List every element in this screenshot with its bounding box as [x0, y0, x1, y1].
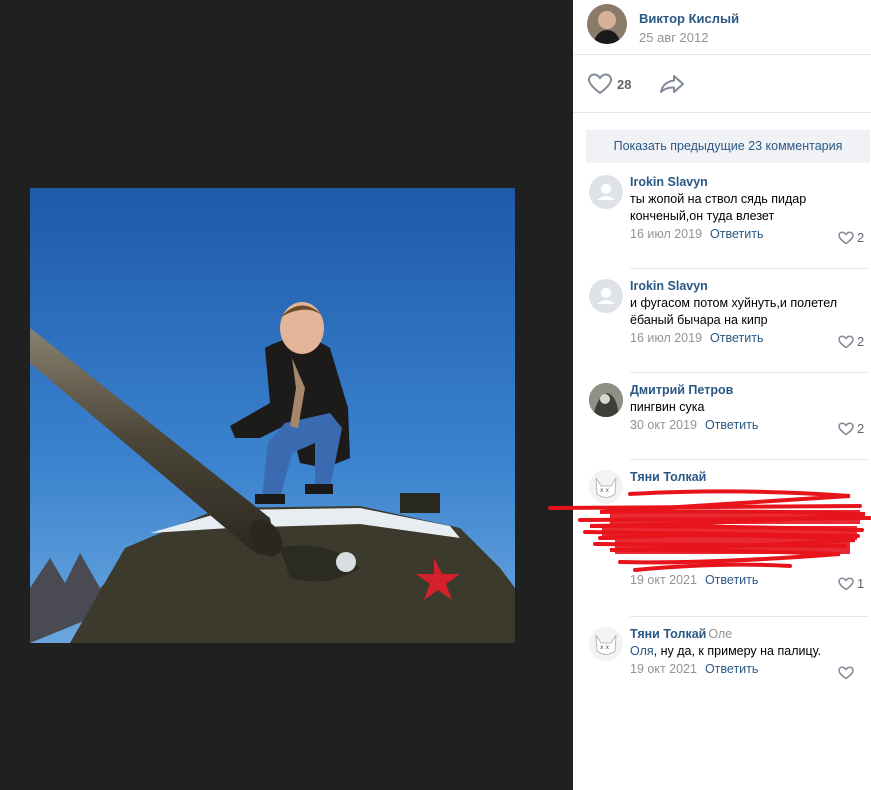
divider	[630, 459, 868, 460]
comment-like-count: 2	[857, 230, 865, 245]
reply-to-name[interactable]: Оле	[708, 627, 732, 641]
post-date[interactable]: 25 авг 2012	[639, 30, 708, 45]
divider	[630, 268, 868, 269]
comment-avatar[interactable]: x x	[589, 627, 623, 661]
author-avatar[interactable]	[587, 4, 627, 44]
comment-text-body: , ну да, к примеру на палицу.	[653, 644, 822, 658]
comment-date[interactable]: 16 июл 2019	[630, 331, 702, 345]
post-actions: 28	[587, 70, 857, 98]
post-author: Виктор Кислый 25 авг 2012	[587, 4, 867, 46]
svg-text:x x: x x	[600, 644, 609, 651]
heart-icon	[838, 231, 854, 245]
comment-avatar-placeholder[interactable]	[589, 175, 623, 209]
comment-author[interactable]: Дмитрий Петров	[630, 383, 733, 397]
like-button[interactable]: 28	[587, 72, 647, 96]
reply-button[interactable]: Ответить	[710, 331, 763, 345]
comment-date[interactable]: 19 окт 2021	[630, 662, 697, 676]
comment-like-count: 2	[857, 421, 865, 436]
heart-icon	[838, 666, 854, 680]
comment-text: ты жопой на ствол сядь пидар конченый,он…	[630, 192, 807, 223]
comment-like-count: 2	[857, 334, 865, 349]
comment-text: и фугасом потом хуйнуть,и полетел ёбаный…	[630, 296, 838, 327]
post-photo[interactable]	[30, 188, 515, 643]
share-button[interactable]	[659, 72, 689, 96]
comment-date[interactable]: 30 окт 2019	[630, 418, 697, 432]
photo-viewer	[0, 0, 573, 790]
like-count: 28	[617, 77, 632, 92]
author-name[interactable]: Виктор Кислый	[639, 11, 739, 26]
comment-author[interactable]: Irokin Slavyn	[630, 175, 708, 189]
comment-like-button[interactable]	[828, 665, 868, 681]
red-scribble-redaction	[548, 489, 871, 572]
heart-icon	[838, 335, 854, 349]
post-side-panel: Виктор Кислый 25 авг 2012 28 Показать пр…	[573, 0, 871, 790]
comment-avatar-placeholder[interactable]	[589, 279, 623, 313]
comment-text: пингвин сука	[630, 400, 705, 414]
comment-text: Оля, ну да, к примеру на палицу.	[630, 643, 866, 660]
comment-author[interactable]: Irokin Slavyn	[630, 279, 708, 293]
comment-like-button[interactable]: 2	[828, 230, 868, 246]
reply-button[interactable]: Ответить	[705, 418, 758, 432]
divider	[630, 372, 868, 373]
reply-button[interactable]: Ответить	[710, 227, 763, 241]
share-icon	[660, 75, 684, 93]
heart-icon	[587, 73, 613, 95]
comment-date[interactable]: 16 июл 2019	[630, 227, 702, 241]
comment-like-button[interactable]: 2	[828, 334, 868, 350]
divider	[630, 616, 868, 617]
comment-like-button[interactable]: 2	[828, 421, 868, 437]
comment-avatar[interactable]	[589, 383, 623, 417]
mention-link[interactable]: Оля	[630, 644, 654, 658]
divider	[573, 54, 871, 55]
divider	[573, 112, 871, 113]
show-previous-comments-button[interactable]: Показать предыдущие 23 комментария	[586, 130, 870, 163]
comment-author[interactable]: Тяни Толкай	[630, 627, 706, 641]
heart-icon	[838, 422, 854, 436]
reply-button[interactable]: Ответить	[705, 662, 758, 676]
